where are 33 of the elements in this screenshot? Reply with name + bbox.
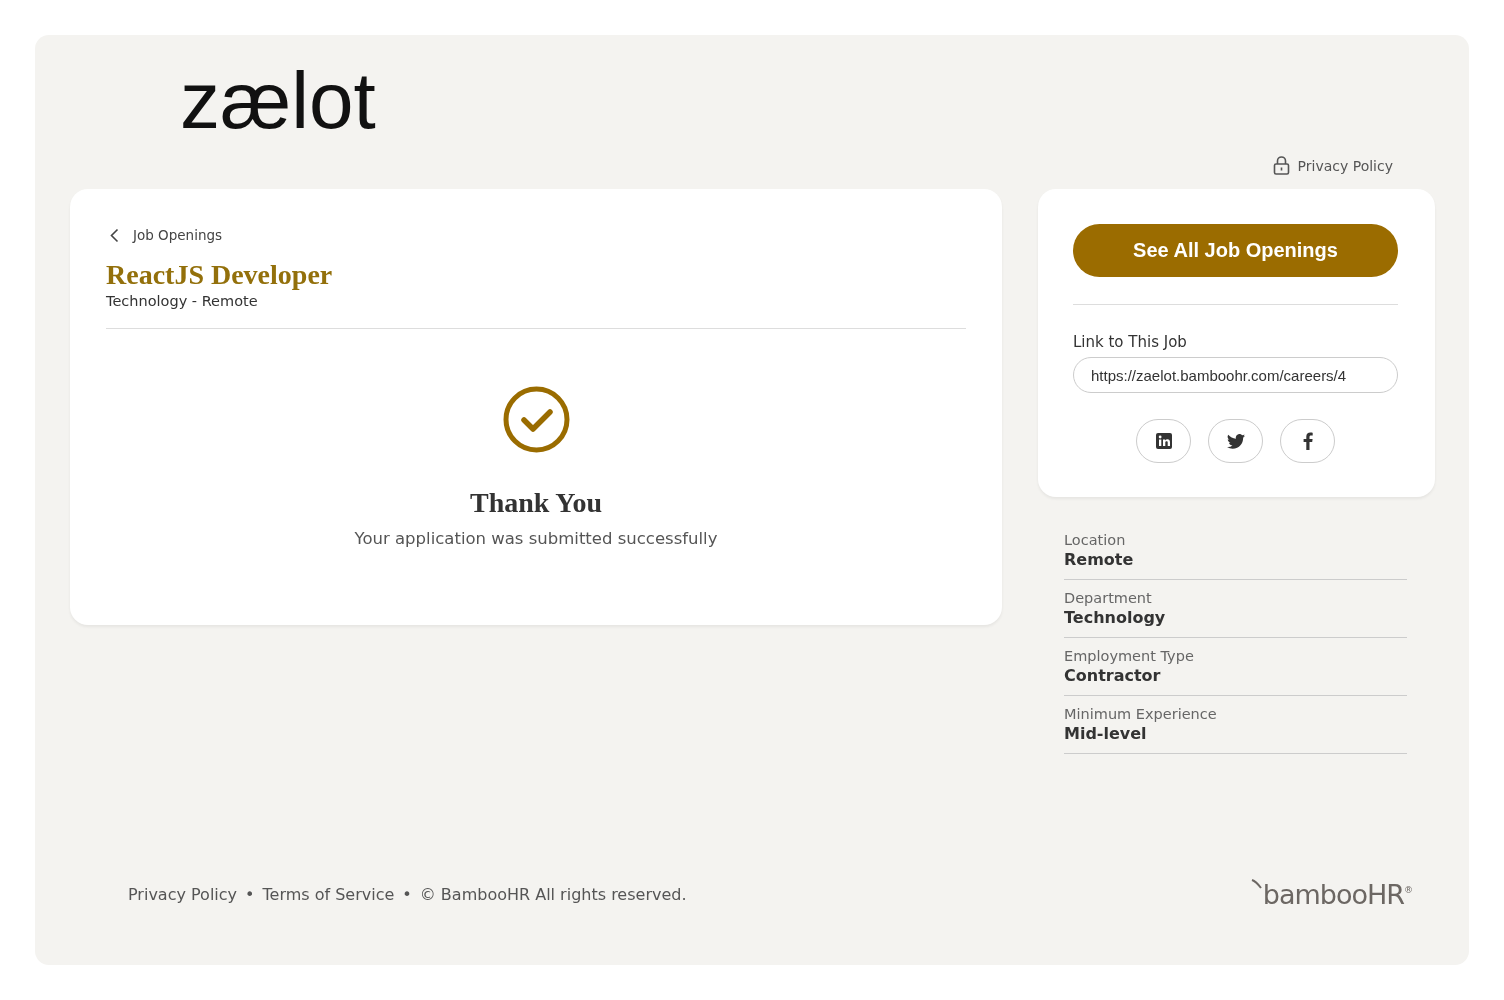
back-chevron-icon	[110, 227, 119, 243]
success-message: Your application was submitted successfully	[354, 529, 718, 548]
lock-icon	[1272, 156, 1290, 175]
share-button[interactable]	[1208, 419, 1263, 463]
detail-value: Technology	[1064, 608, 1167, 627]
detail-label: Location	[1064, 532, 1127, 548]
job-openings-link[interactable]: Job Openings	[133, 227, 223, 243]
facebook-icon	[1302, 432, 1313, 450]
footer-link[interactable]: Terms of Service	[262, 885, 395, 904]
separator-dot: •	[402, 885, 412, 904]
company-logo: zælot	[180, 61, 377, 147]
bamboohr-logo: bambooHR$^{®}$	[1250, 879, 1412, 910]
job-title: ReactJS Developer	[106, 259, 334, 291]
detail-value: Remote	[1064, 550, 1135, 569]
share-button[interactable]	[1280, 419, 1335, 463]
privacy-policy-link[interactable]: Privacy Policy	[1297, 157, 1393, 174]
link-label: Link to This Job	[1073, 333, 1188, 351]
see-all-jobs-button[interactable]: See All Job Openings	[1073, 224, 1398, 277]
detail-label: Employment Type	[1064, 648, 1195, 664]
thank-you-heading: Thank You	[469, 487, 602, 519]
job-subtitle: Technology - Remote	[106, 293, 259, 309]
job-link-field[interactable]: https://zaelot.bamboohr.com/careers/4	[1073, 357, 1398, 393]
bird-icon	[1226, 433, 1245, 449]
linkedin-icon	[1155, 433, 1172, 449]
footer-link[interactable]: Privacy Policy	[128, 885, 238, 904]
detail-value: Contractor	[1064, 666, 1162, 685]
detail-value: Mid-level	[1064, 724, 1148, 743]
separator-dot: •	[245, 885, 255, 904]
detail-label: Minimum Experience	[1064, 706, 1218, 722]
check-circle-icon	[502, 386, 570, 453]
detail-label: Department	[1064, 590, 1153, 606]
copyright-text: © BambooHR All rights reserved.	[419, 885, 687, 904]
share-button[interactable]	[1136, 419, 1191, 463]
